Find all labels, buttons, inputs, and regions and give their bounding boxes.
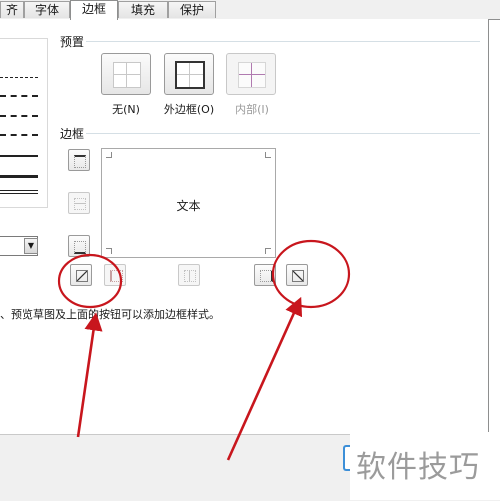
line-style-dash-dot-dot[interactable] [0, 77, 38, 78]
preview-corner-mark [106, 248, 112, 254]
preset-none-label: 无(N) [112, 103, 140, 116]
diagonal-down-icon [292, 270, 304, 282]
border-middle-vertical-button[interactable] [178, 264, 200, 286]
border-top-icon [74, 155, 86, 168]
presets-divider [86, 41, 480, 42]
line-style-medium-dash-dot[interactable] [0, 95, 38, 97]
tab-strip: 齐 字体 边框 填充 保护 [0, 0, 500, 20]
line-style-medium-dashed[interactable] [0, 134, 38, 136]
line-style-dash-dot[interactable] [0, 115, 38, 117]
preset-inside-label: 内部(I) [235, 103, 269, 116]
diagonal-down-button[interactable] [286, 264, 308, 286]
presets-group-label: 预置 [60, 35, 85, 49]
border-right-icon [260, 270, 273, 282]
line-style-thick[interactable] [0, 175, 38, 178]
tab-protection[interactable]: 保护 [168, 1, 216, 18]
border-middle-horizontal-button[interactable] [68, 192, 90, 214]
preset-outline-button[interactable] [164, 53, 214, 95]
border-hint-text: 、预览草图及上面的按钮可以添加边框样式。 [0, 308, 220, 321]
preview-corner-mark [106, 152, 112, 158]
preview-corner-mark [265, 248, 271, 254]
border-inside-icon [238, 62, 266, 88]
border-right-button[interactable] [254, 264, 276, 286]
line-style-double[interactable] [0, 190, 38, 194]
border-bottom-button[interactable] [68, 235, 90, 257]
border-bottom-icon [74, 241, 86, 254]
tab-font[interactable]: 字体 [24, 1, 70, 18]
diagonal-up-button[interactable] [70, 264, 92, 286]
border-preview[interactable]: 文本 [101, 148, 276, 258]
border-divider [86, 133, 480, 134]
chevron-down-icon[interactable]: ▼ [24, 238, 38, 254]
watermark-text: 软件技巧 [356, 450, 480, 485]
border-group-label: 边框 [60, 127, 85, 141]
border-left-button[interactable] [104, 264, 126, 286]
border-left-icon [110, 270, 123, 282]
diagonal-up-icon [76, 270, 88, 282]
line-style-list[interactable] [0, 38, 48, 208]
tab-border[interactable]: 边框 [70, 0, 118, 20]
border-middle-vertical-icon [184, 270, 196, 282]
line-style-medium[interactable] [0, 155, 38, 157]
preview-corner-mark [265, 152, 271, 158]
border-middle-horizontal-icon [74, 198, 86, 210]
preset-outline-label: 外边框(O) [163, 103, 215, 116]
preset-none-button[interactable] [101, 53, 151, 95]
border-outline-icon [175, 61, 205, 89]
border-none-icon [113, 62, 141, 88]
preview-text: 文本 [176, 199, 201, 213]
tab-alignment[interactable]: 齐 [0, 1, 24, 18]
preset-inside-button[interactable] [226, 53, 276, 95]
border-top-button[interactable] [68, 149, 90, 171]
tab-fill[interactable]: 填充 [118, 1, 168, 18]
